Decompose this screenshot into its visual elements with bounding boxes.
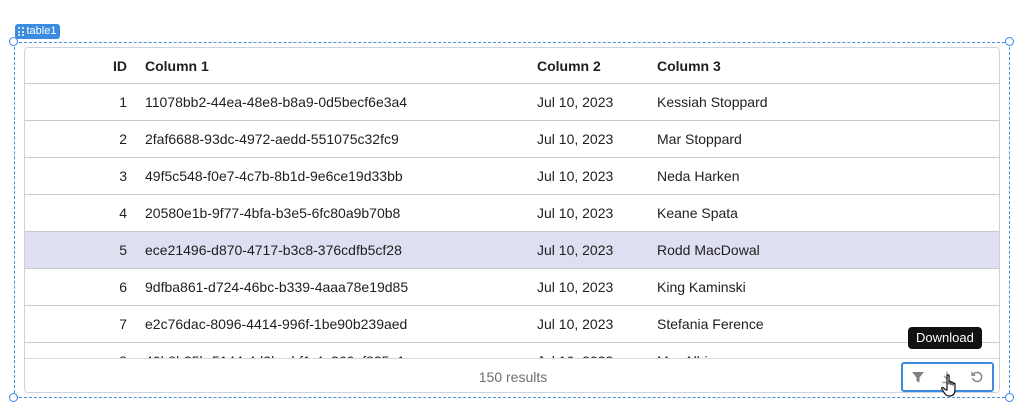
cell-id: 2 (119, 131, 127, 147)
results-count: 150 results (478, 369, 548, 385)
cell-id: 1 (119, 94, 127, 110)
cell-column-3: Kessiah Stoppard (657, 94, 768, 110)
hand-pointer-cursor-icon (941, 374, 956, 397)
cell-column-2: Jul 10, 2023 (537, 242, 614, 258)
column-header-column-2[interactable]: Column 2 (517, 58, 655, 74)
table-row[interactable]: 4 20580e1b-9f77-4bfa-b3e5-6fc80a9b70b8 Jul… (25, 195, 999, 232)
column-header-id[interactable]: ID (25, 58, 127, 74)
cell-column-2: Jul 10, 2023 (537, 131, 614, 147)
cell-id: 3 (119, 168, 127, 184)
cell-column-2: Jul 10, 2023 (537, 94, 614, 110)
cell-column-2: Jul 10, 2023 (537, 279, 614, 295)
cell-column-2: Jul 10, 2023 (537, 316, 614, 332)
cell-column-2: Jul 10, 2023 (537, 205, 614, 221)
cell-column-1: 49f5c548-f0e7-4c7b-8b1d-9e6ce19d33bb (145, 168, 403, 184)
cell-column-1: e2c76dac-8096-4414-996f-1be90b239aed (145, 316, 408, 332)
resize-handle-bottom-right[interactable] (1005, 393, 1014, 402)
table-row[interactable]: 3 49f5c548-f0e7-4c7b-8b1d-9e6ce19d33bb Jul… (25, 158, 999, 195)
cell-column-1: 9dfba861-d724-46bc-b339-4aaa78e19d85 (145, 279, 409, 295)
refresh-button[interactable] (966, 366, 988, 388)
cell-column-3: Rodd MacDowal (657, 242, 760, 258)
cell-id: 6 (119, 279, 127, 295)
data-table: ID Column 1 Column 2 Column 3 1 11078bb2-… (24, 47, 1000, 393)
table-footer: 150 results (25, 358, 999, 392)
cell-id: 7 (119, 316, 127, 332)
download-tooltip: Download (908, 327, 982, 349)
cell-column-1: 20580e1b-9f77-4bfa-b3e5-6fc80a9b70b8 (145, 205, 401, 221)
refresh-icon (971, 371, 983, 383)
table-row[interactable]: 5 ece21496-d870-4717-b3c8-376cdfb5cf28 Jul… (25, 232, 999, 269)
column-header-column-3[interactable]: Column 3 (655, 58, 999, 74)
cell-column-2: Jul 10, 2023 (537, 168, 614, 184)
cell-column-3: Keane Spata (657, 205, 738, 221)
resize-handle-bottom-left[interactable] (9, 393, 18, 402)
cell-id: 4 (119, 205, 127, 221)
table-header-row: ID Column 1 Column 2 Column 3 (25, 48, 999, 84)
cell-column-3: Neda Harken (657, 168, 740, 184)
table-row[interactable]: 6 9dfba861-d724-46bc-b339-4aaa78e19d85 Jul… (25, 269, 999, 306)
component-name-label: table1 (26, 25, 57, 37)
column-header-column-1[interactable]: Column 1 (127, 58, 517, 74)
cell-column-1: 2faf6688-93dc-4972-aedd-551075c32fc9 (145, 131, 399, 147)
cell-column-1: 11078bb2-44ea-48e8-b8a9-0d5becf6e3a4 (145, 94, 408, 110)
component-name-tag[interactable]: table1 (15, 24, 61, 39)
cell-column-3: King Kaminski (657, 279, 746, 295)
resize-handle-top-right[interactable] (1005, 37, 1014, 46)
table-row[interactable]: 1 11078bb2-44ea-48e8-b8a9-0d5becf6e3a4 Jul… (25, 84, 999, 121)
table-row[interactable]: 7 e2c76dac-8096-4414-996f-1be90b239aed Jul… (25, 306, 999, 343)
cell-id: 5 (119, 242, 127, 258)
filter-icon (911, 372, 924, 383)
filter-button[interactable] (907, 366, 929, 388)
cell-column-3: Mar Stoppard (657, 131, 742, 147)
table-row[interactable]: 2 2faf6688-93dc-4972-aedd-551075c32fc9 Jul… (25, 121, 999, 158)
drag-handle-icon[interactable] (18, 27, 24, 36)
cell-column-1: ece21496-d870-4717-b3c8-376cdfb5cf28 (145, 242, 402, 258)
